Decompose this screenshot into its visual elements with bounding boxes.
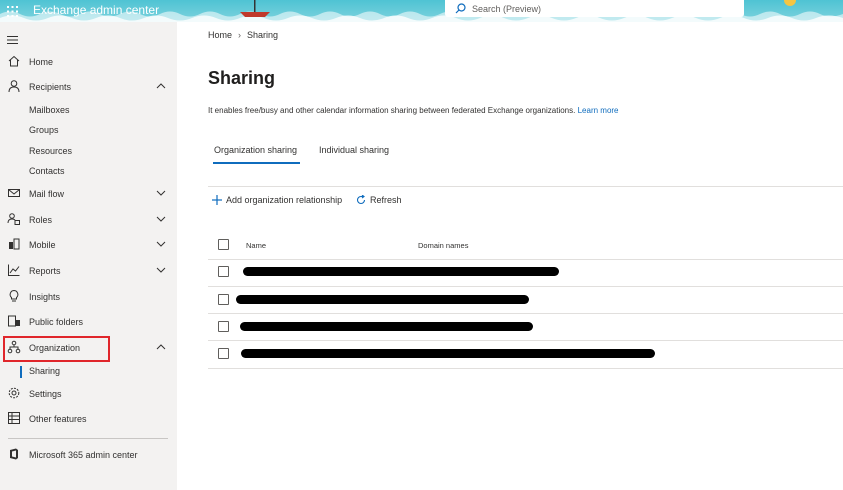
person-icon xyxy=(8,80,20,93)
hamburger-menu-icon[interactable] xyxy=(7,31,18,49)
sidebar-item-label: Insights xyxy=(29,292,61,302)
breadcrumb-home[interactable]: Home xyxy=(208,30,232,40)
sidebar-subitem-sharing[interactable]: Sharing xyxy=(0,363,177,381)
office-icon xyxy=(10,448,18,460)
boat-icon xyxy=(240,0,270,17)
chevron-down-icon[interactable] xyxy=(156,214,166,224)
app-title[interactable]: Exchange admin center xyxy=(33,3,159,17)
highlight-annotation xyxy=(3,336,110,362)
sidebar-item-label: Home xyxy=(29,57,54,67)
refresh-button-label: Refresh xyxy=(370,195,402,205)
add-button-label: Add organization relationship xyxy=(226,195,343,205)
sidebar-item-insights[interactable]: Insights xyxy=(0,286,177,308)
sidebar-item-label: Roles xyxy=(29,215,53,225)
row-checkbox[interactable] xyxy=(218,321,229,332)
redaction-mark xyxy=(241,349,655,358)
sidebar: Home Recipients Mailboxes Groups Resourc… xyxy=(0,22,177,490)
selected-tab-indicator xyxy=(213,162,300,164)
sidebar-item-label: Other features xyxy=(29,414,87,424)
sidebar-item-reports[interactable]: Reports xyxy=(0,260,177,282)
waffle-icon[interactable] xyxy=(0,0,24,22)
sidebar-item-label: Settings xyxy=(29,389,62,399)
page-title: Sharing xyxy=(208,68,276,88)
chevron-up-icon[interactable] xyxy=(156,342,166,352)
redaction-mark xyxy=(243,267,559,276)
chevron-up-icon[interactable] xyxy=(156,81,166,91)
chart-icon xyxy=(8,264,20,276)
home-icon xyxy=(8,55,20,67)
sidebar-subitem-mailboxes[interactable]: Mailboxes xyxy=(0,102,177,120)
sidebar-item-mobile[interactable]: Mobile xyxy=(0,234,177,256)
mail-icon xyxy=(8,189,20,197)
tab-organization-sharing[interactable]: Organization sharing xyxy=(214,145,297,155)
sidebar-item-label: Public folders xyxy=(29,317,84,327)
chevron-down-icon[interactable] xyxy=(156,239,166,249)
page-description: It enables free/busy and other calendar … xyxy=(208,106,619,115)
sidebar-item-mail-flow[interactable]: Mail flow xyxy=(0,183,177,205)
top-header: Exchange admin center Search (Preview) xyxy=(0,0,843,22)
sidebar-subitem-resources[interactable]: Resources xyxy=(0,143,177,161)
sidebar-subitem-label: Groups xyxy=(29,125,59,135)
row-checkbox[interactable] xyxy=(218,294,229,305)
sidebar-item-home[interactable]: Home xyxy=(0,51,177,73)
sidebar-subitem-label: Mailboxes xyxy=(29,105,70,115)
row-divider xyxy=(208,286,843,287)
row-divider xyxy=(208,340,843,341)
grid-icon xyxy=(8,412,20,424)
sidebar-item-label: Reports xyxy=(29,266,61,276)
mobile-icon xyxy=(9,238,20,250)
active-indicator xyxy=(20,366,22,378)
chevron-right-icon: › xyxy=(238,30,242,40)
sidebar-subitem-groups[interactable]: Groups xyxy=(0,122,177,140)
toolbar-divider xyxy=(208,186,843,187)
learn-more-link[interactable]: Learn more xyxy=(578,106,619,115)
sidebar-item-other-features[interactable]: Other features xyxy=(0,408,177,430)
sidebar-item-label: Mail flow xyxy=(29,189,65,199)
add-icon xyxy=(212,195,222,205)
folder-icon xyxy=(8,315,20,327)
sidebar-subitem-contacts[interactable]: Contacts xyxy=(0,163,177,181)
sidebar-item-label: Mobile xyxy=(29,240,56,250)
refresh-button[interactable]: Refresh xyxy=(356,195,402,205)
refresh-icon xyxy=(356,195,366,205)
row-checkbox[interactable] xyxy=(218,348,229,359)
sidebar-divider xyxy=(8,438,168,439)
sidebar-item-roles[interactable]: Roles xyxy=(0,209,177,231)
sidebar-item-label: Recipients xyxy=(29,82,72,92)
gear-icon xyxy=(8,387,20,399)
chevron-down-icon[interactable] xyxy=(156,188,166,198)
column-header-name[interactable]: Name xyxy=(246,241,266,250)
roles-icon xyxy=(7,213,20,225)
sidebar-item-recipients[interactable]: Recipients xyxy=(0,76,177,98)
chevron-down-icon[interactable] xyxy=(156,265,166,275)
table-header-divider xyxy=(208,259,843,260)
lightbulb-icon xyxy=(9,289,19,302)
sidebar-item-public-folders[interactable]: Public folders xyxy=(0,311,177,333)
redaction-mark xyxy=(236,295,529,304)
row-divider xyxy=(208,368,843,369)
sidebar-subitem-label: Contacts xyxy=(29,166,65,176)
add-organization-relationship-button[interactable]: Add organization relationship xyxy=(212,195,342,205)
sidebar-subitem-label: Sharing xyxy=(29,366,61,376)
description-text: It enables free/busy and other calendar … xyxy=(208,106,576,115)
search-placeholder: Search (Preview) xyxy=(472,3,542,14)
select-all-checkbox[interactable] xyxy=(218,239,229,250)
row-divider xyxy=(208,313,843,314)
sidebar-item-m365-admin-center[interactable]: Microsoft 365 admin center xyxy=(0,444,177,466)
redaction-mark xyxy=(240,322,533,331)
sidebar-item-label: Microsoft 365 admin center xyxy=(29,450,138,460)
tab-individual-sharing[interactable]: Individual sharing xyxy=(319,145,389,155)
breadcrumb: Home › Sharing xyxy=(208,30,278,40)
search-icon xyxy=(455,3,466,14)
sidebar-subitem-label: Resources xyxy=(29,146,73,156)
search-input[interactable]: Search (Preview) xyxy=(445,0,744,17)
sidebar-item-settings[interactable]: Settings xyxy=(0,383,177,405)
row-checkbox[interactable] xyxy=(218,266,229,277)
breadcrumb-current: Sharing xyxy=(247,30,279,40)
column-header-domain-names[interactable]: Domain names xyxy=(418,241,468,250)
